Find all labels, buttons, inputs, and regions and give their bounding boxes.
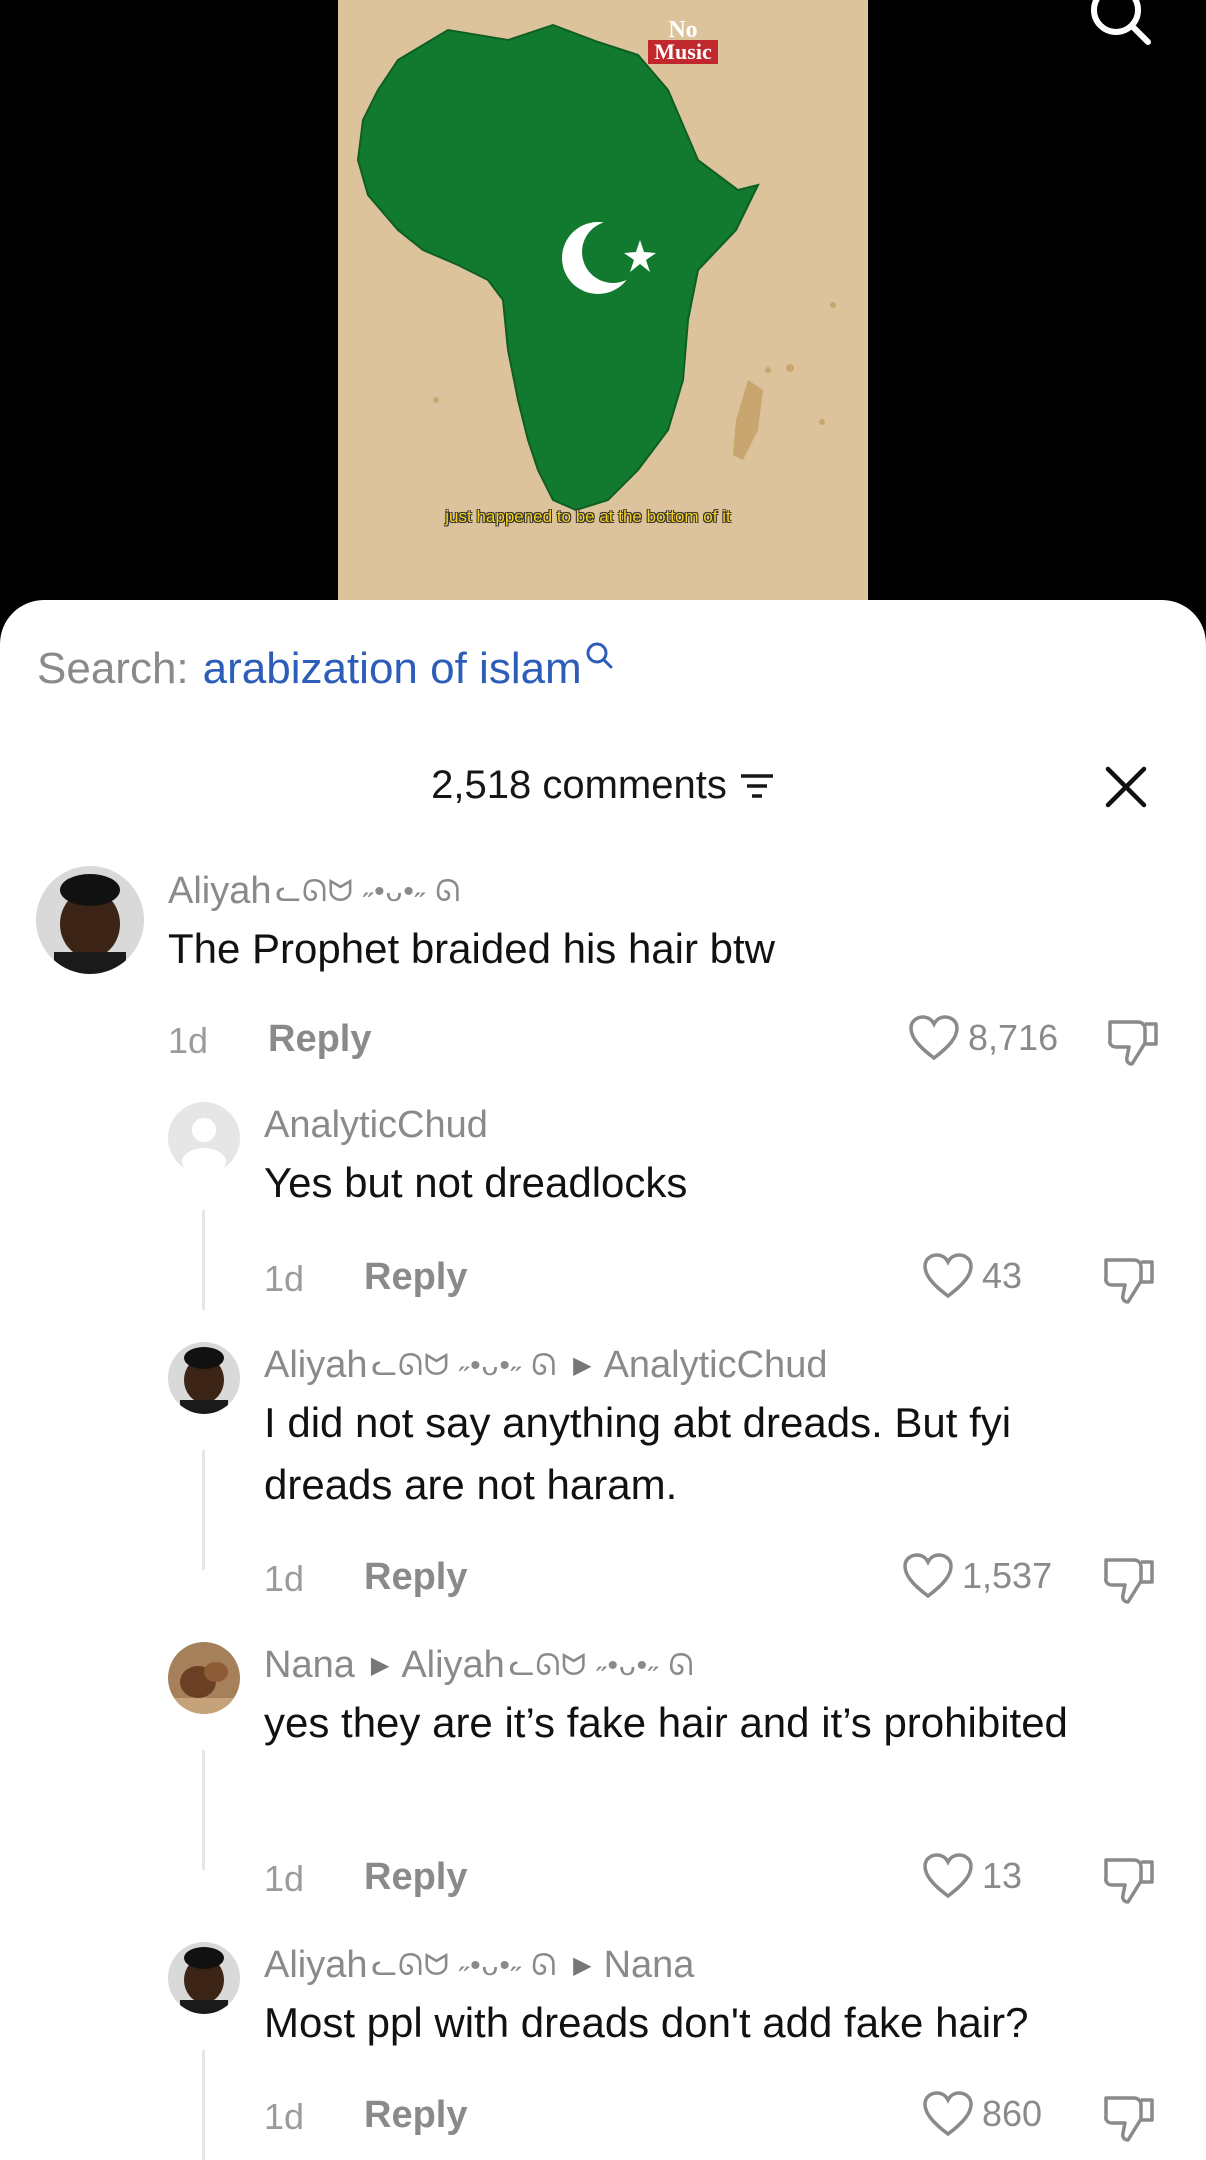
avatar[interactable] [168,1102,240,1174]
like-button[interactable]: 43 [922,1252,1022,1300]
avatar[interactable] [168,1342,240,1414]
comment-text: Yes but not dreadlocks [264,1159,688,1206]
search-query-link[interactable]: arabization of islam [203,644,582,694]
reply-button[interactable]: Reply [364,2094,467,2137]
username-text: Aliyah [264,1344,368,1386]
reply-to-username[interactable]: AnalyticChud [604,1344,828,1387]
dislike-icon[interactable] [1100,1554,1156,1606]
username-text: Nana [264,1644,355,1686]
reply-arrow-icon: ▶ [573,1352,592,1379]
avatar[interactable] [168,1642,240,1714]
comments-header: 2,518 comments [0,763,1206,808]
comments-sheet: Search: arabization of islam 2,518 comme… [0,600,1206,2160]
watermark-line-2: Music [648,40,718,64]
reply-to-username[interactable]: Nana [604,1944,695,1987]
like-count: 8,716 [968,1017,1059,1058]
avatar[interactable] [36,866,144,974]
comment-username[interactable]: Nana ▶ Aliyah ᓚᘏᗢ ˶•ᴗ•˶ ᘏ [264,1644,694,1687]
video-caption: just happened to be at the bottom of it [445,507,731,526]
heart-icon [909,1015,959,1061]
close-icon[interactable] [1102,763,1150,811]
comment-username[interactable]: AnalyticChud [264,1104,488,1147]
sort-filter-icon[interactable] [739,771,775,801]
username-decoration: ᓚᘏᗢ ˶•ᴗ•˶ ᘏ [508,1649,695,1682]
username-text: Aliyah [264,1944,368,1986]
like-button[interactable]: 1,537 [902,1552,1052,1600]
dislike-icon[interactable] [1100,1854,1156,1906]
comment-age: 1d [168,1020,209,1061]
search-prefix: Search: [37,644,189,693]
search-icon [586,642,613,669]
comment-age: 1d [264,1258,305,1299]
comment-text: I did not say anything abt dreads. But f… [264,1399,1012,1508]
username-text: AnalyticChud [264,1104,488,1146]
heart-icon [903,1553,953,1599]
dislike-icon[interactable] [1100,1254,1156,1306]
like-button[interactable]: 13 [922,1852,1022,1900]
comment-item: Nana ▶ Aliyah ᓚᘏᗢ ˶•ᴗ•˶ ᘏ yes they are i… [0,1640,1206,1940]
heart-icon [923,1853,973,1899]
comment-username[interactable]: Aliyah ᓚᘏᗢ ˶•ᴗ•˶ ᘏ ▶ AnalyticChud [264,1344,827,1387]
comment-age: 1d [264,2096,305,2137]
reply-arrow-icon: ▶ [573,1952,592,1979]
comment-item: Aliyah ᓚᘏᗢ ˶•ᴗ•˶ ᘏ ▶ AnalyticChud I did … [0,1340,1206,1640]
reply-arrow-icon: ▶ [370,1652,390,1679]
username-text: Aliyah [168,870,272,912]
like-count: 13 [982,1855,1023,1896]
reply-button[interactable]: Reply [364,1556,467,1599]
reply-button[interactable]: Reply [364,1256,467,1299]
video-frame: No Music just happened to be at the bott… [338,0,868,600]
reply-to-username[interactable]: Aliyah [401,1644,505,1687]
like-button[interactable]: 8,716 [908,1014,1058,1062]
comment-username[interactable]: Aliyah ᓚᘏᗢ ˶•ᴗ•˶ ᘏ [168,870,461,913]
like-count: 860 [982,2093,1043,2134]
like-button[interactable]: 860 [922,2090,1042,2138]
heart-icon [923,2091,973,2137]
watermark: No Music [638,18,728,64]
comment-text: The Prophet braided his hair btw [168,925,776,972]
reply-button[interactable]: Reply [268,1018,371,1061]
search-icon[interactable] [1086,0,1156,52]
reply-button[interactable]: Reply [364,1856,467,1899]
comment-text: yes they are it’s fake hair and it’s pro… [264,1699,1068,1746]
avatar[interactable] [168,1942,240,2014]
comment-item: AnalyticChud Yes but not dreadlocks 1d R… [0,1100,1206,1320]
comment-age: 1d [264,1558,305,1599]
dislike-icon[interactable] [1104,1016,1160,1068]
video-player[interactable]: No Music just happened to be at the bott… [0,0,1206,610]
username-decoration: ᓚᘏᗢ ˶•ᴗ•˶ ᘏ [371,1349,558,1382]
like-count: 43 [982,1255,1023,1296]
comment-item: Aliyah ᓚᘏᗢ ˶•ᴗ•˶ ᘏ ▶ Nana Most ppl with … [0,1940,1206,2160]
like-count: 1,537 [962,1555,1053,1596]
search-suggestion[interactable]: Search: arabization of islam [37,642,614,694]
comment-age: 1d [264,1858,305,1899]
comment-username[interactable]: Aliyah ᓚᘏᗢ ˶•ᴗ•˶ ᘏ ▶ Nana [264,1944,694,1987]
dislike-icon[interactable] [1100,2092,1156,2144]
comments-count: 2,518 comments [431,763,727,807]
heart-icon [923,1253,973,1299]
comment-item: Aliyah ᓚᘏᗢ ˶•ᴗ•˶ ᘏ The Prophet braided h… [0,860,1206,1066]
username-decoration: ᓚᘏᗢ ˶•ᴗ•˶ ᘏ [275,875,462,908]
comment-text: Most ppl with dreads don't add fake hair… [264,1999,1029,2046]
username-decoration: ᓚᘏᗢ ˶•ᴗ•˶ ᘏ [371,1949,558,1982]
